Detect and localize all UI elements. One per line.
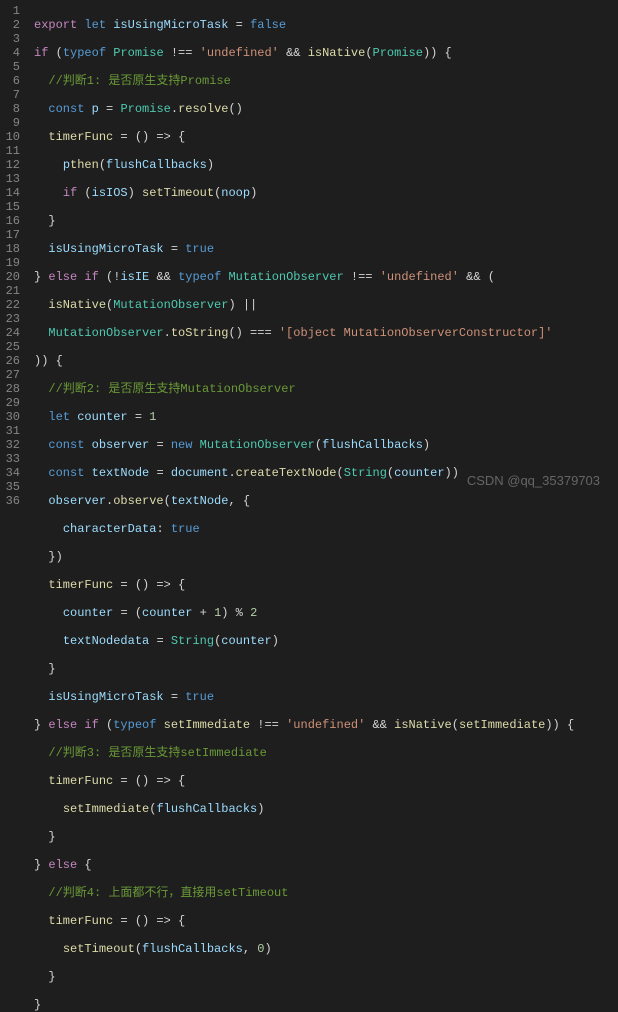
line-number: 22 <box>4 298 20 312</box>
line-number-gutter: 1234567891011121314151617181920212223242… <box>0 0 26 506</box>
line-number: 33 <box>4 452 20 466</box>
code-line: timerFunc = () => { <box>34 774 618 788</box>
code-line: } <box>34 830 618 844</box>
code-line: const p = Promise.resolve() <box>34 102 618 116</box>
line-number: 6 <box>4 74 20 88</box>
line-number: 29 <box>4 396 20 410</box>
code-line: } else { <box>34 858 618 872</box>
line-number: 30 <box>4 410 20 424</box>
line-number: 10 <box>4 130 20 144</box>
line-number: 11 <box>4 144 20 158</box>
line-number: 23 <box>4 312 20 326</box>
code-line: characterData: true <box>34 522 618 536</box>
code-line: pthen(flushCallbacks) <box>34 158 618 172</box>
code-line: export let isUsingMicroTask = false <box>34 18 618 32</box>
line-number: 26 <box>4 354 20 368</box>
code-line: } <box>34 214 618 228</box>
code-line: //判断4: 上面都不行，直接用setTimeout <box>34 886 618 900</box>
code-line: if (isIOS) setTimeout(noop) <box>34 186 618 200</box>
line-number: 5 <box>4 60 20 74</box>
line-number: 21 <box>4 284 20 298</box>
line-number: 35 <box>4 480 20 494</box>
code-line: }) <box>34 550 618 564</box>
line-number: 4 <box>4 46 20 60</box>
code-line: //判断3: 是否原生支持setImmediate <box>34 746 618 760</box>
line-number: 17 <box>4 228 20 242</box>
line-number: 24 <box>4 326 20 340</box>
line-number: 32 <box>4 438 20 452</box>
line-number: 20 <box>4 270 20 284</box>
line-number: 2 <box>4 18 20 32</box>
code-line: } <box>34 998 618 1012</box>
code-line: timerFunc = () => { <box>34 130 618 144</box>
line-number: 15 <box>4 200 20 214</box>
line-number: 3 <box>4 32 20 46</box>
watermark: CSDN @qq_35379703 <box>467 474 600 488</box>
code-line: if (typeof Promise !== 'undefined' && is… <box>34 46 618 60</box>
line-number: 13 <box>4 172 20 186</box>
code-line: textNodedata = String(counter) <box>34 634 618 648</box>
line-number: 28 <box>4 382 20 396</box>
code-line: } <box>34 970 618 984</box>
code-line: )) { <box>34 354 618 368</box>
line-number: 12 <box>4 158 20 172</box>
line-number: 1 <box>4 4 20 18</box>
code-line: setTimeout(flushCallbacks, 0) <box>34 942 618 956</box>
code-line: const observer = new MutationObserver(fl… <box>34 438 618 452</box>
code-line: } <box>34 662 618 676</box>
line-number: 16 <box>4 214 20 228</box>
code-line: } else if (typeof setImmediate !== 'unde… <box>34 718 618 732</box>
code-line: //判断1: 是否原生支持Promise <box>34 74 618 88</box>
code-line: setImmediate(flushCallbacks) <box>34 802 618 816</box>
code-line: //判断2: 是否原生支持MutationObserver <box>34 382 618 396</box>
line-number: 25 <box>4 340 20 354</box>
code-line: MutationObserver.toString() === '[object… <box>34 326 618 340</box>
code-line: isUsingMicroTask = true <box>34 690 618 704</box>
line-number: 8 <box>4 102 20 116</box>
line-number: 18 <box>4 242 20 256</box>
line-number: 34 <box>4 466 20 480</box>
line-number: 27 <box>4 368 20 382</box>
code-editor[interactable]: export let isUsingMicroTask = false if (… <box>26 0 618 506</box>
code-line: timerFunc = () => { <box>34 914 618 928</box>
code-line: isUsingMicroTask = true <box>34 242 618 256</box>
code-line: counter = (counter + 1) % 2 <box>34 606 618 620</box>
line-number: 9 <box>4 116 20 130</box>
code-line: } else if (!isIE && typeof MutationObser… <box>34 270 618 284</box>
code-line: isNative(MutationObserver) || <box>34 298 618 312</box>
code-line: let counter = 1 <box>34 410 618 424</box>
line-number: 31 <box>4 424 20 438</box>
line-number: 19 <box>4 256 20 270</box>
code-line: timerFunc = () => { <box>34 578 618 592</box>
line-number: 7 <box>4 88 20 102</box>
line-number: 14 <box>4 186 20 200</box>
